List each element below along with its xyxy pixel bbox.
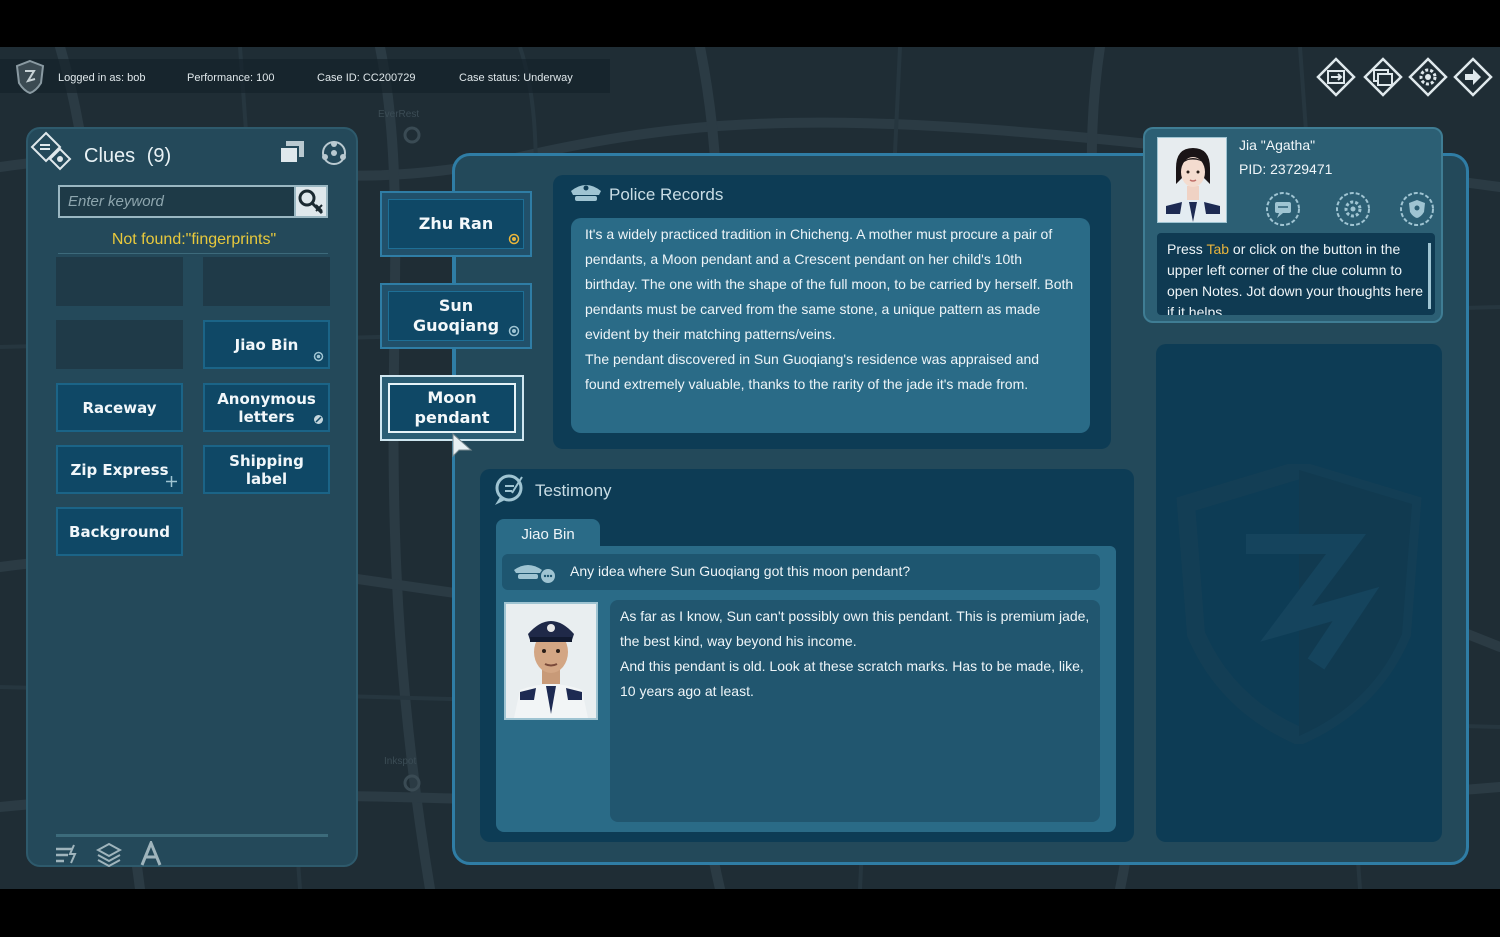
clue-label: Anonymous letters xyxy=(217,389,316,426)
question-bar: Any idea where Sun Guoqiang got this moo… xyxy=(502,554,1100,590)
gear-icon[interactable] xyxy=(1408,57,1448,97)
tip-box: Press Tab or click on the button in the … xyxy=(1157,233,1435,315)
chat-icon[interactable] xyxy=(1265,191,1301,227)
witness-portrait xyxy=(504,602,598,720)
sort-icon[interactable] xyxy=(54,841,80,867)
search-not-found-message: Not found:"fingerprints" xyxy=(111,231,277,248)
tab-zhu-ran[interactable]: Zhu Ran xyxy=(380,191,532,257)
police-records-title: Police Records xyxy=(609,185,724,204)
file-transfer-icon[interactable] xyxy=(1316,57,1356,97)
font-size-icon[interactable] xyxy=(138,841,164,867)
witness-tab-jiao-bin[interactable]: Jiao Bin xyxy=(496,519,600,549)
map-label-bottom: Inkspot xyxy=(384,756,417,767)
tab-sun-guoqiang[interactable]: Sun Guoqiang xyxy=(380,283,532,349)
copy-icon[interactable] xyxy=(278,139,306,167)
agatha-avatar xyxy=(1158,138,1226,222)
emblem-watermark-icon xyxy=(1176,464,1422,744)
clues-title-text: Clues xyxy=(84,145,136,167)
officer-avatar xyxy=(506,604,596,718)
clue-slot-empty xyxy=(203,257,330,306)
tab-sun-guoqiang-label: Sun Guoqiang xyxy=(388,291,524,341)
screens-icon[interactable] xyxy=(1363,57,1403,97)
clues-panel: Clues (9) Not found:"fingerprints" xyxy=(26,127,358,867)
performance-label: Performance: 100 xyxy=(187,72,275,84)
tab-moon-pendant-label: Moon pendant xyxy=(388,383,516,433)
testimony-title: Testimony xyxy=(535,481,612,500)
profile-card: Jia "Agatha" PID: 23729471 Press Tab or … xyxy=(1143,127,1443,323)
clue-label: Zip Express xyxy=(70,460,169,479)
panel-footer-divider xyxy=(56,834,328,837)
settings-badge-icon[interactable] xyxy=(1335,191,1371,227)
move-icon xyxy=(166,476,177,487)
badge-shield-icon[interactable] xyxy=(1399,191,1435,227)
clue-jiao-bin[interactable]: Jiao Bin xyxy=(203,320,330,369)
tab-zhu-ran-label: Zhu Ran xyxy=(388,199,524,249)
notes-area xyxy=(1156,344,1442,842)
search-input[interactable] xyxy=(58,185,296,218)
target-dot-icon xyxy=(508,325,520,337)
tip-key-highlight: Tab xyxy=(1206,241,1230,257)
letterbox-bottom xyxy=(0,889,1500,937)
answer-box: As far as I know, Sun can't possibly own… xyxy=(610,600,1100,822)
police-records-text: It's a widely practiced tradition in Chi… xyxy=(571,218,1090,433)
shield-logo-icon xyxy=(15,59,45,95)
clue-raceway[interactable]: Raceway xyxy=(56,383,183,432)
clue-zip-express[interactable]: Zip Express xyxy=(56,445,183,494)
link-icon xyxy=(314,415,323,424)
clue-shipping-label[interactable]: Shipping label xyxy=(203,445,330,494)
profile-name: Jia "Agatha" xyxy=(1239,137,1316,153)
exit-icon[interactable] xyxy=(1453,57,1493,97)
clue-label: Background xyxy=(69,522,170,541)
clue-background[interactable]: Background xyxy=(56,507,183,556)
notes-toggle-icon[interactable] xyxy=(30,131,74,175)
clue-label: Shipping label xyxy=(229,451,304,488)
target-dot-icon xyxy=(508,233,520,245)
clue-anonymous-letters[interactable]: Anonymous letters xyxy=(203,383,330,432)
testimony-body: Any idea where Sun Guoqiang got this moo… xyxy=(496,546,1116,832)
profile-photo xyxy=(1157,137,1227,223)
divider xyxy=(58,253,328,254)
search-icon xyxy=(298,189,324,215)
tab-connector xyxy=(452,347,456,375)
question-text: Any idea where Sun Guoqiang got this moo… xyxy=(570,563,911,579)
police-chat-icon xyxy=(514,565,555,583)
testimony-card: Testimony Jiao Bin Any idea where Sun Gu… xyxy=(480,469,1134,842)
police-records-body: It's a widely practiced tradition in Chi… xyxy=(585,226,1074,392)
magnifier-chat-icon xyxy=(495,474,523,505)
game-screen: EverRest Inkspot Logged in as: bob Perfo… xyxy=(0,47,1500,889)
tab-connector xyxy=(452,255,456,283)
map-label-top: EverRest xyxy=(378,109,420,120)
police-records-card: Police Records It's a widely practiced t… xyxy=(553,175,1111,449)
case-id-label: Case ID: CC200729 xyxy=(317,72,416,84)
logged-in-label: Logged in as: bob xyxy=(58,72,146,84)
case-status-label: Case status: Underway xyxy=(459,72,573,84)
clue-slot-empty xyxy=(56,320,183,369)
answer-text: As far as I know, Sun can't possibly own… xyxy=(620,608,1090,699)
clue-label: Raceway xyxy=(82,398,157,417)
tip-scrollbar[interactable] xyxy=(1428,243,1431,309)
tip-text: Press xyxy=(1167,241,1207,257)
police-cap-icon xyxy=(571,185,601,201)
search-button[interactable] xyxy=(294,185,328,218)
clue-slot-empty xyxy=(56,257,183,306)
clues-count: (9) xyxy=(146,145,172,167)
target-dot-icon xyxy=(313,351,324,362)
network-icon[interactable] xyxy=(320,139,348,167)
clue-label: Jiao Bin xyxy=(234,335,299,354)
letterbox-top xyxy=(0,0,1500,47)
layers-icon[interactable] xyxy=(96,841,122,867)
profile-pid: PID: 23729471 xyxy=(1239,161,1333,177)
clues-title: Clues (9) xyxy=(84,145,171,168)
mouse-cursor-icon xyxy=(452,432,473,458)
